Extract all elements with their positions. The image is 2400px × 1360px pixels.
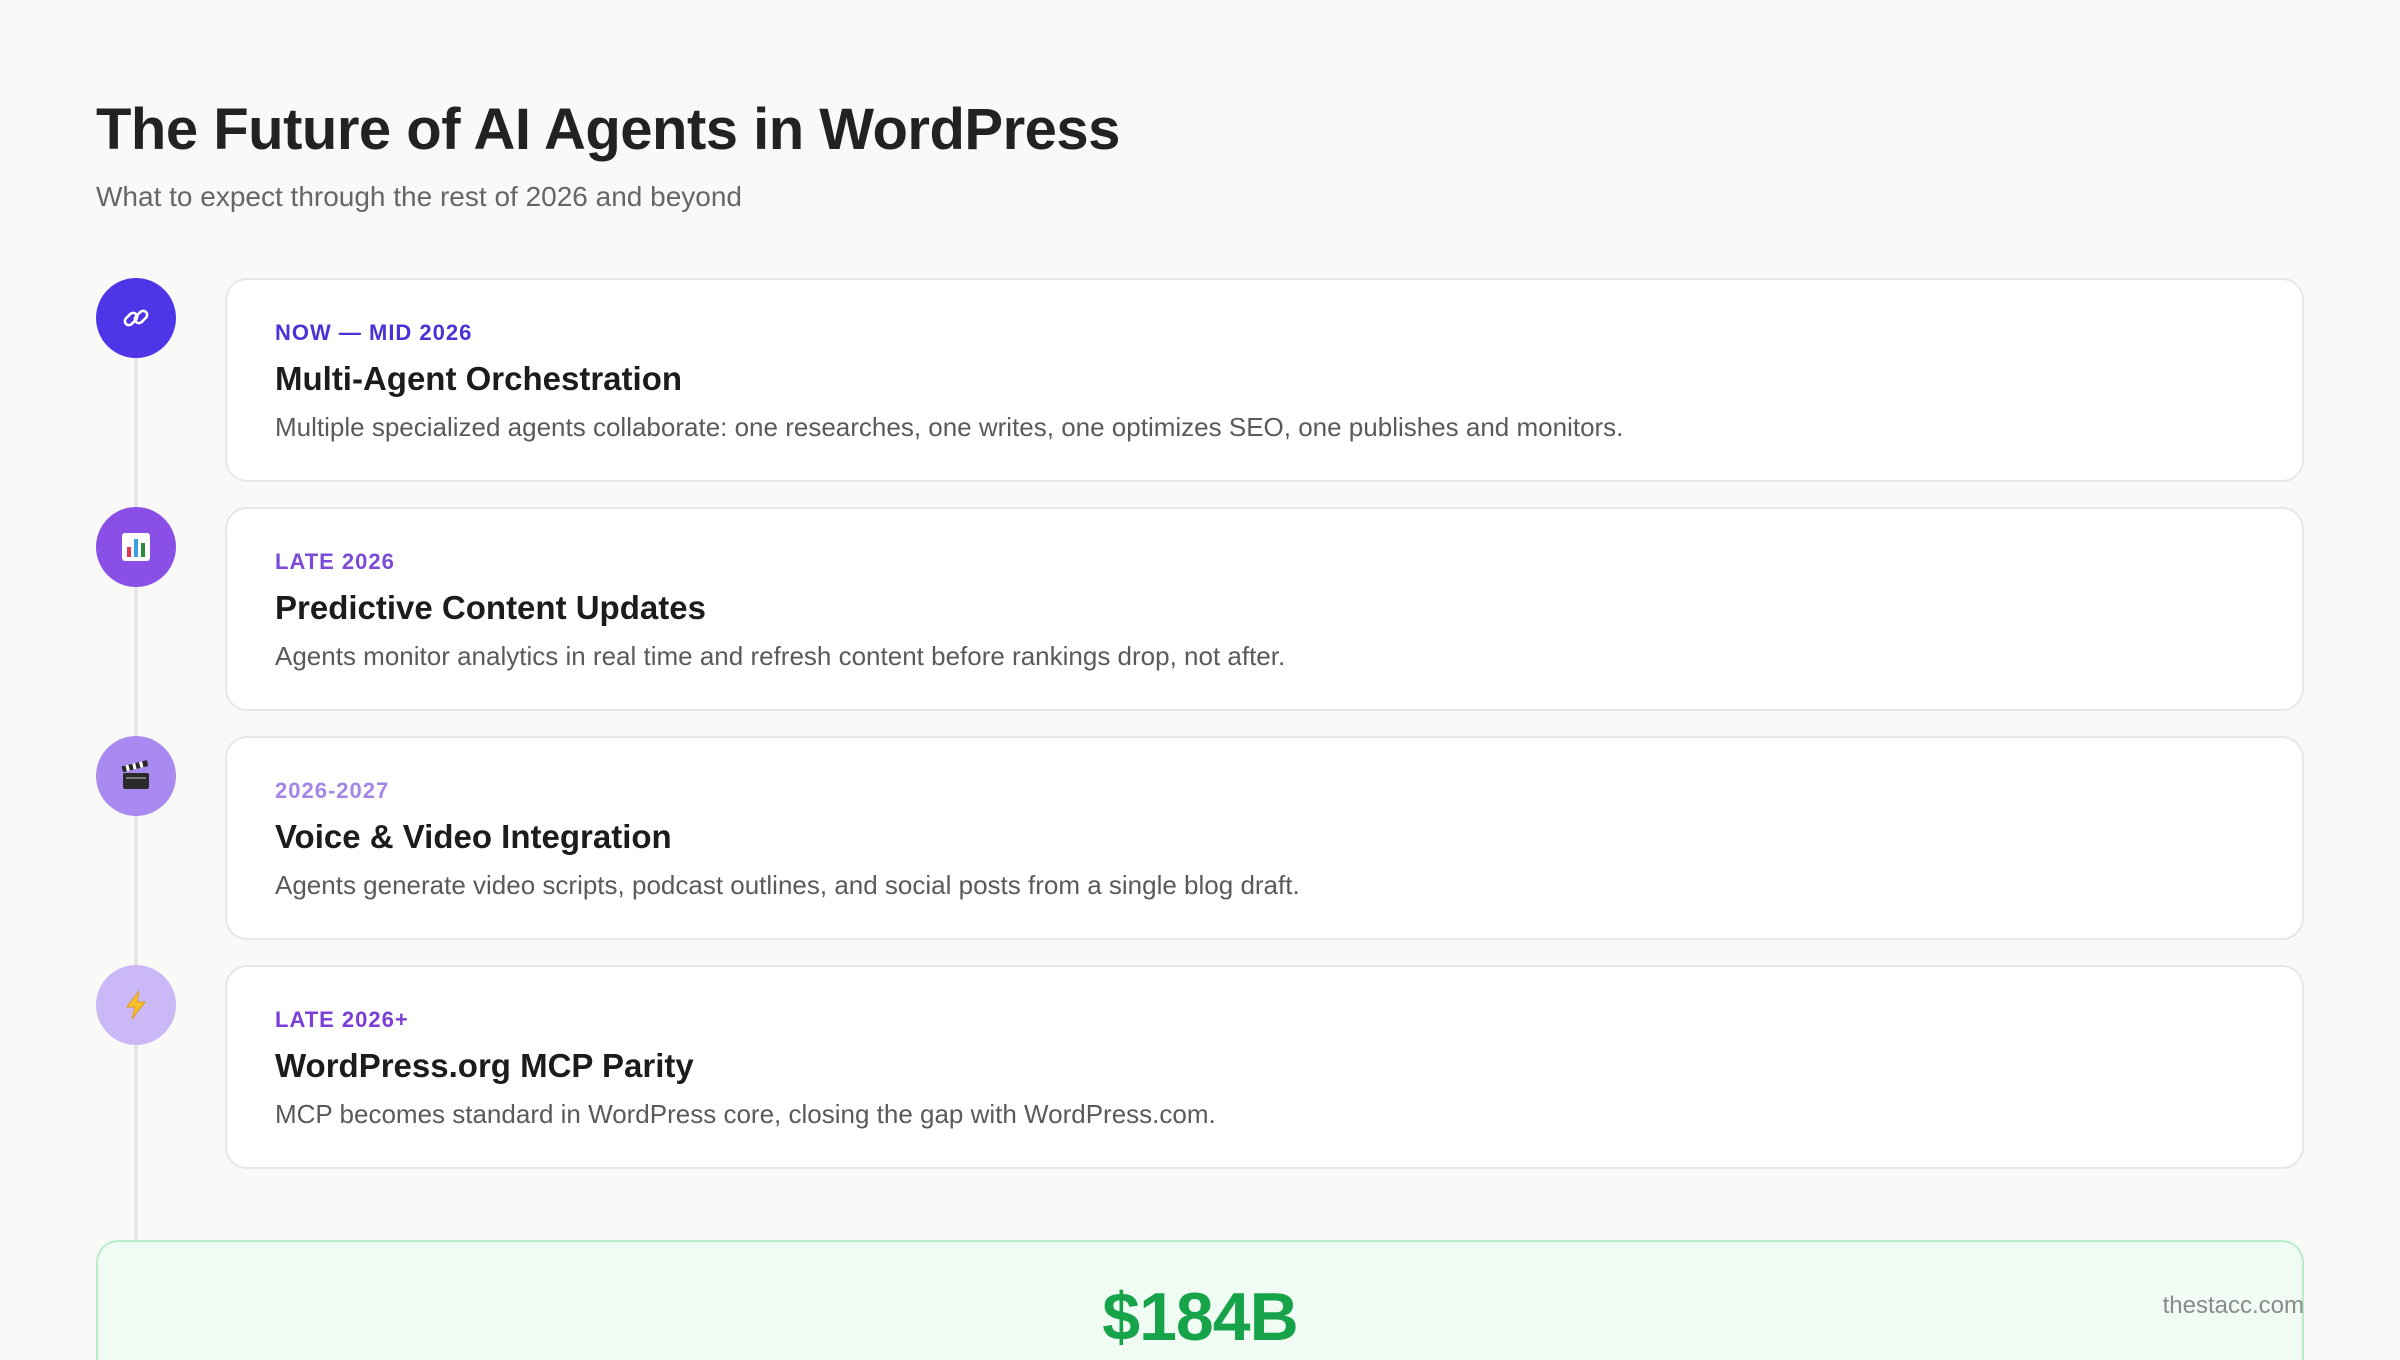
lightning-icon (126, 990, 147, 1020)
timeline-description: MCP becomes standard in WordPress core, … (275, 1099, 1216, 1129)
timeline-title: Predictive Content Updates (275, 589, 706, 626)
stat-card: $184B (96, 1240, 2304, 1360)
timeline-description: Multiple specialized agents collaborate:… (275, 412, 1624, 442)
timeline-item: 2026-2027 Voice & Video Integration Agen… (96, 736, 2304, 940)
timeline-item: NOW — MID 2026 Multi-Agent Orchestration… (96, 278, 2304, 482)
timeline-dot (96, 278, 176, 358)
timeline-title: WordPress.org MCP Parity (275, 1047, 694, 1084)
clapperboard-icon (121, 760, 149, 789)
timeline-item: LATE 2026+ WordPress.org MCP Parity MCP … (96, 965, 2304, 1169)
timeline-period: NOW — MID 2026 (275, 320, 473, 345)
timeline-period: LATE 2026+ (275, 1007, 409, 1032)
link-icon (123, 309, 149, 327)
timeline-title: Voice & Video Integration (275, 818, 672, 855)
timeline-dot (96, 736, 176, 816)
page-title: The Future of AI Agents in WordPress (96, 97, 1120, 162)
timeline-description: Agents monitor analytics in real time an… (275, 641, 1286, 671)
stat-value: $184B (1102, 1279, 1298, 1355)
timeline-card: 2026-2027 Voice & Video Integration Agen… (225, 736, 2304, 940)
timeline-title: Multi-Agent Orchestration (275, 360, 683, 397)
timeline-card: NOW — MID 2026 Multi-Agent Orchestration… (225, 278, 2304, 482)
timeline-period: LATE 2026 (275, 549, 395, 574)
timeline-dot (96, 507, 176, 587)
timeline-card: LATE 2026 Predictive Content Updates Age… (225, 507, 2304, 711)
page: The Future of AI Agents in WordPress Wha… (0, 0, 2400, 1360)
timeline-dot (96, 965, 176, 1045)
timeline: NOW — MID 2026 Multi-Agent Orchestration… (96, 278, 2304, 1248)
bar-chart-icon (122, 533, 150, 561)
timeline-card: LATE 2026+ WordPress.org MCP Parity MCP … (225, 965, 2304, 1169)
timeline-period: 2026-2027 (275, 778, 390, 803)
page-subtitle: What to expect through the rest of 2026 … (96, 181, 742, 212)
timeline-item: LATE 2026 Predictive Content Updates Age… (96, 507, 2304, 711)
watermark: thestacc.com (2162, 1292, 2304, 1319)
timeline-description: Agents generate video scripts, podcast o… (275, 870, 1300, 900)
